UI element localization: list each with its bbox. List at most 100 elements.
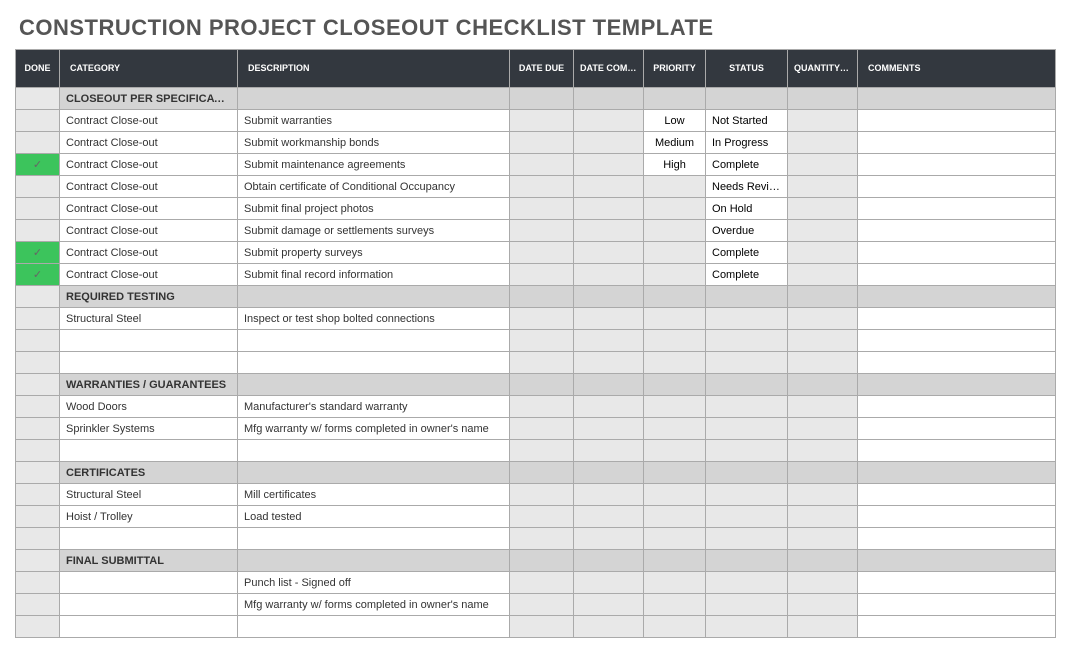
done-cell[interactable] (16, 352, 60, 374)
priority-cell[interactable] (644, 242, 706, 264)
date-due-cell[interactable] (510, 396, 574, 418)
quantity-cell[interactable] (788, 132, 858, 154)
status-cell[interactable] (706, 308, 788, 330)
priority-cell[interactable] (644, 418, 706, 440)
description-cell[interactable]: Mill certificates (238, 484, 510, 506)
quantity-cell[interactable] (788, 352, 858, 374)
done-cell[interactable] (16, 594, 60, 616)
date-due-cell[interactable] (510, 220, 574, 242)
done-cell[interactable] (16, 198, 60, 220)
date-completed-cell[interactable] (574, 484, 644, 506)
quantity-cell[interactable] (788, 220, 858, 242)
priority-cell[interactable]: Medium (644, 132, 706, 154)
category-cell[interactable]: Contract Close-out (60, 110, 238, 132)
category-cell[interactable]: Contract Close-out (60, 264, 238, 286)
category-cell[interactable]: Structural Steel (60, 308, 238, 330)
status-cell[interactable]: Complete (706, 264, 788, 286)
description-cell[interactable]: Manufacturer's standard warranty (238, 396, 510, 418)
comments-cell[interactable] (858, 418, 1056, 440)
date-completed-cell[interactable] (574, 264, 644, 286)
priority-cell[interactable]: Low (644, 110, 706, 132)
date-due-cell[interactable] (510, 132, 574, 154)
description-cell[interactable]: Submit warranties (238, 110, 510, 132)
description-cell[interactable]: Submit maintenance agreements (238, 154, 510, 176)
priority-cell[interactable] (644, 484, 706, 506)
done-cell[interactable]: ✓ (16, 264, 60, 286)
description-cell[interactable] (238, 352, 510, 374)
done-cell[interactable] (16, 506, 60, 528)
priority-cell[interactable] (644, 594, 706, 616)
quantity-cell[interactable] (788, 242, 858, 264)
quantity-cell[interactable] (788, 484, 858, 506)
date-due-cell[interactable] (510, 352, 574, 374)
description-cell[interactable] (238, 330, 510, 352)
priority-cell[interactable] (644, 198, 706, 220)
category-cell[interactable] (60, 440, 238, 462)
category-cell[interactable] (60, 572, 238, 594)
category-cell[interactable] (60, 616, 238, 638)
date-due-cell[interactable] (510, 308, 574, 330)
status-cell[interactable] (706, 352, 788, 374)
priority-cell[interactable]: High (644, 154, 706, 176)
priority-cell[interactable] (644, 308, 706, 330)
category-cell[interactable]: Contract Close-out (60, 198, 238, 220)
quantity-cell[interactable] (788, 154, 858, 176)
comments-cell[interactable] (858, 154, 1056, 176)
description-cell[interactable] (238, 440, 510, 462)
priority-cell[interactable] (644, 264, 706, 286)
category-cell[interactable]: Sprinkler Systems (60, 418, 238, 440)
description-cell[interactable]: Mfg warranty w/ forms completed in owner… (238, 594, 510, 616)
date-completed-cell[interactable] (574, 594, 644, 616)
description-cell[interactable] (238, 616, 510, 638)
date-completed-cell[interactable] (574, 440, 644, 462)
date-due-cell[interactable] (510, 330, 574, 352)
done-cell[interactable] (16, 440, 60, 462)
priority-cell[interactable] (644, 176, 706, 198)
date-due-cell[interactable] (510, 176, 574, 198)
priority-cell[interactable] (644, 396, 706, 418)
priority-cell[interactable] (644, 220, 706, 242)
status-cell[interactable]: Complete (706, 154, 788, 176)
quantity-cell[interactable] (788, 396, 858, 418)
description-cell[interactable]: Obtain certificate of Conditional Occupa… (238, 176, 510, 198)
category-cell[interactable]: Structural Steel (60, 484, 238, 506)
quantity-cell[interactable] (788, 616, 858, 638)
status-cell[interactable] (706, 484, 788, 506)
category-cell[interactable] (60, 330, 238, 352)
category-cell[interactable]: Contract Close-out (60, 242, 238, 264)
quantity-cell[interactable] (788, 308, 858, 330)
done-cell[interactable] (16, 330, 60, 352)
priority-cell[interactable] (644, 330, 706, 352)
category-cell[interactable] (60, 352, 238, 374)
comments-cell[interactable] (858, 396, 1056, 418)
priority-cell[interactable] (644, 506, 706, 528)
category-cell[interactable]: Contract Close-out (60, 154, 238, 176)
date-completed-cell[interactable] (574, 528, 644, 550)
comments-cell[interactable] (858, 330, 1056, 352)
status-cell[interactable] (706, 440, 788, 462)
status-cell[interactable]: Complete (706, 242, 788, 264)
done-cell[interactable] (16, 308, 60, 330)
date-completed-cell[interactable] (574, 220, 644, 242)
done-cell[interactable] (16, 110, 60, 132)
status-cell[interactable]: Needs Review (706, 176, 788, 198)
done-cell[interactable] (16, 572, 60, 594)
quantity-cell[interactable] (788, 330, 858, 352)
date-due-cell[interactable] (510, 154, 574, 176)
date-due-cell[interactable] (510, 506, 574, 528)
description-cell[interactable]: Load tested (238, 506, 510, 528)
status-cell[interactable] (706, 396, 788, 418)
category-cell[interactable]: Contract Close-out (60, 220, 238, 242)
comments-cell[interactable] (858, 198, 1056, 220)
category-cell[interactable]: Contract Close-out (60, 176, 238, 198)
quantity-cell[interactable] (788, 440, 858, 462)
date-completed-cell[interactable] (574, 176, 644, 198)
date-due-cell[interactable] (510, 110, 574, 132)
category-cell[interactable] (60, 528, 238, 550)
done-cell[interactable] (16, 484, 60, 506)
done-cell[interactable] (16, 176, 60, 198)
date-completed-cell[interactable] (574, 572, 644, 594)
comments-cell[interactable] (858, 176, 1056, 198)
category-cell[interactable]: Wood Doors (60, 396, 238, 418)
status-cell[interactable] (706, 506, 788, 528)
